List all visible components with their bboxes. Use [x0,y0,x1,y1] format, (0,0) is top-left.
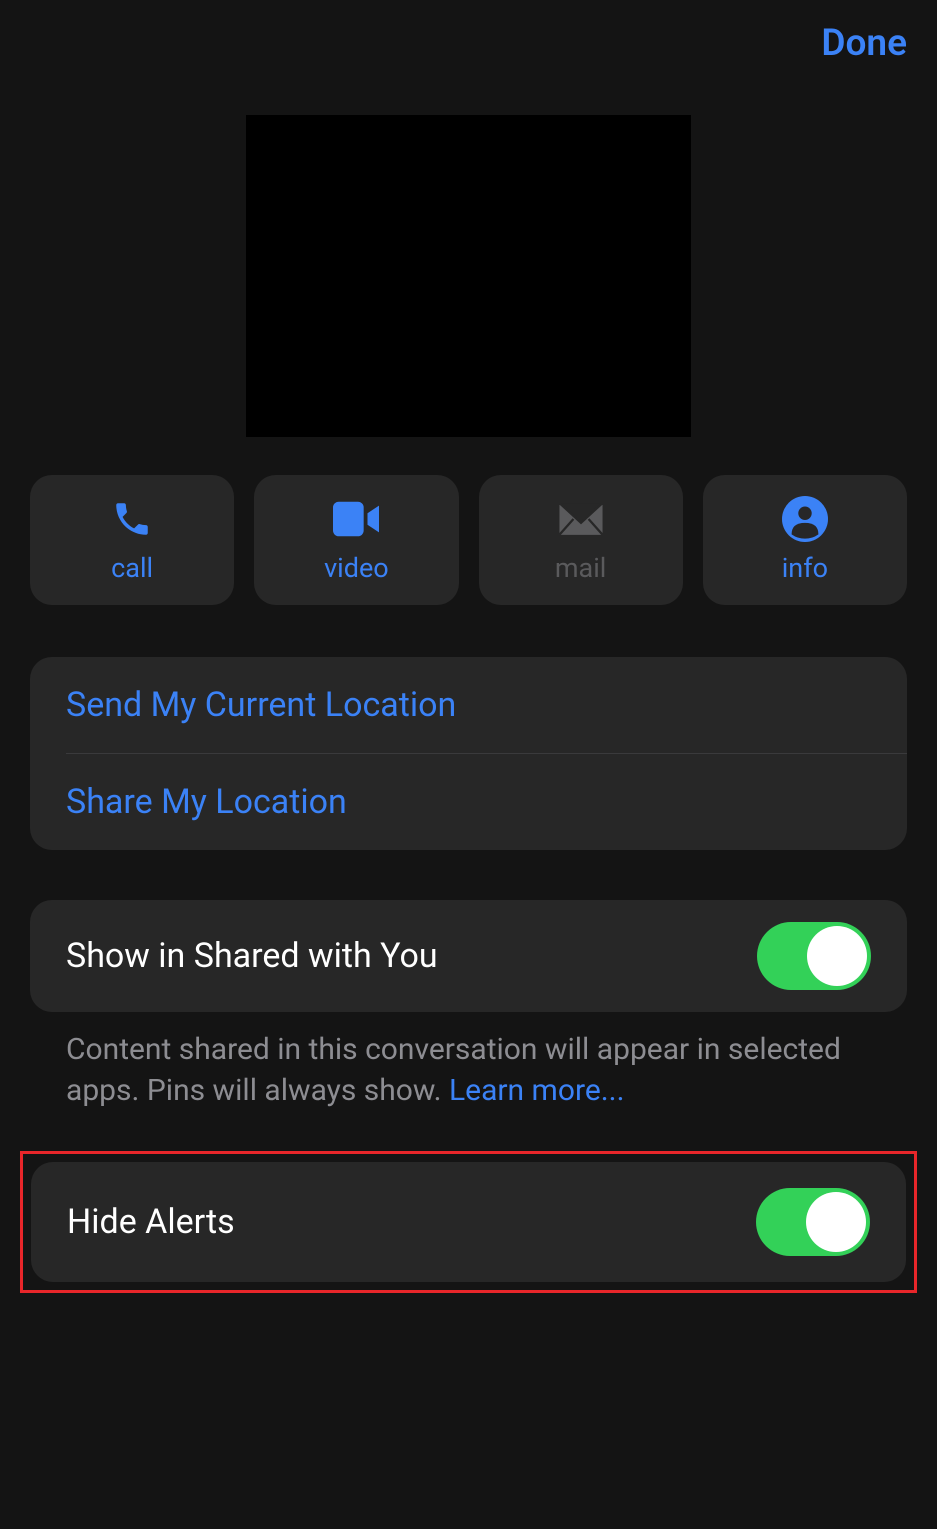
hide-alerts-label: Hide Alerts [67,1202,235,1242]
person-circle-icon [782,496,828,542]
contact-avatar [246,115,691,437]
hide-alerts-highlight: Hide Alerts [20,1151,917,1293]
info-label: info [782,552,828,584]
share-my-location-button[interactable]: Share My Location [30,754,907,850]
header-bar: Done [0,0,937,65]
hide-alerts-row: Hide Alerts [31,1162,906,1282]
shared-with-you-row: Show in Shared with You [30,900,907,1012]
toggle-knob [806,1192,866,1252]
send-current-location-button[interactable]: Send My Current Location [30,657,907,753]
video-label: video [324,552,389,584]
video-icon [333,496,379,542]
location-section: Send My Current Location Share My Locati… [30,657,907,850]
call-button[interactable]: call [30,475,234,605]
learn-more-link[interactable]: Learn more... [449,1073,625,1108]
phone-icon [109,496,155,542]
hide-alerts-toggle[interactable] [756,1188,870,1256]
mail-label: mail [555,552,607,584]
shared-with-you-footer: Content shared in this conversation will… [30,1030,907,1111]
done-button[interactable]: Done [821,22,907,65]
info-button[interactable]: info [703,475,907,605]
shared-with-you-toggle[interactable] [757,922,871,990]
mail-icon [558,496,604,542]
shared-with-you-label: Show in Shared with You [66,936,438,976]
avatar-section [0,115,937,437]
mail-button: mail [479,475,683,605]
toggle-knob [807,926,867,986]
action-buttons-row: call video mail info [0,475,937,605]
video-button[interactable]: video [254,475,458,605]
call-label: call [111,552,153,584]
